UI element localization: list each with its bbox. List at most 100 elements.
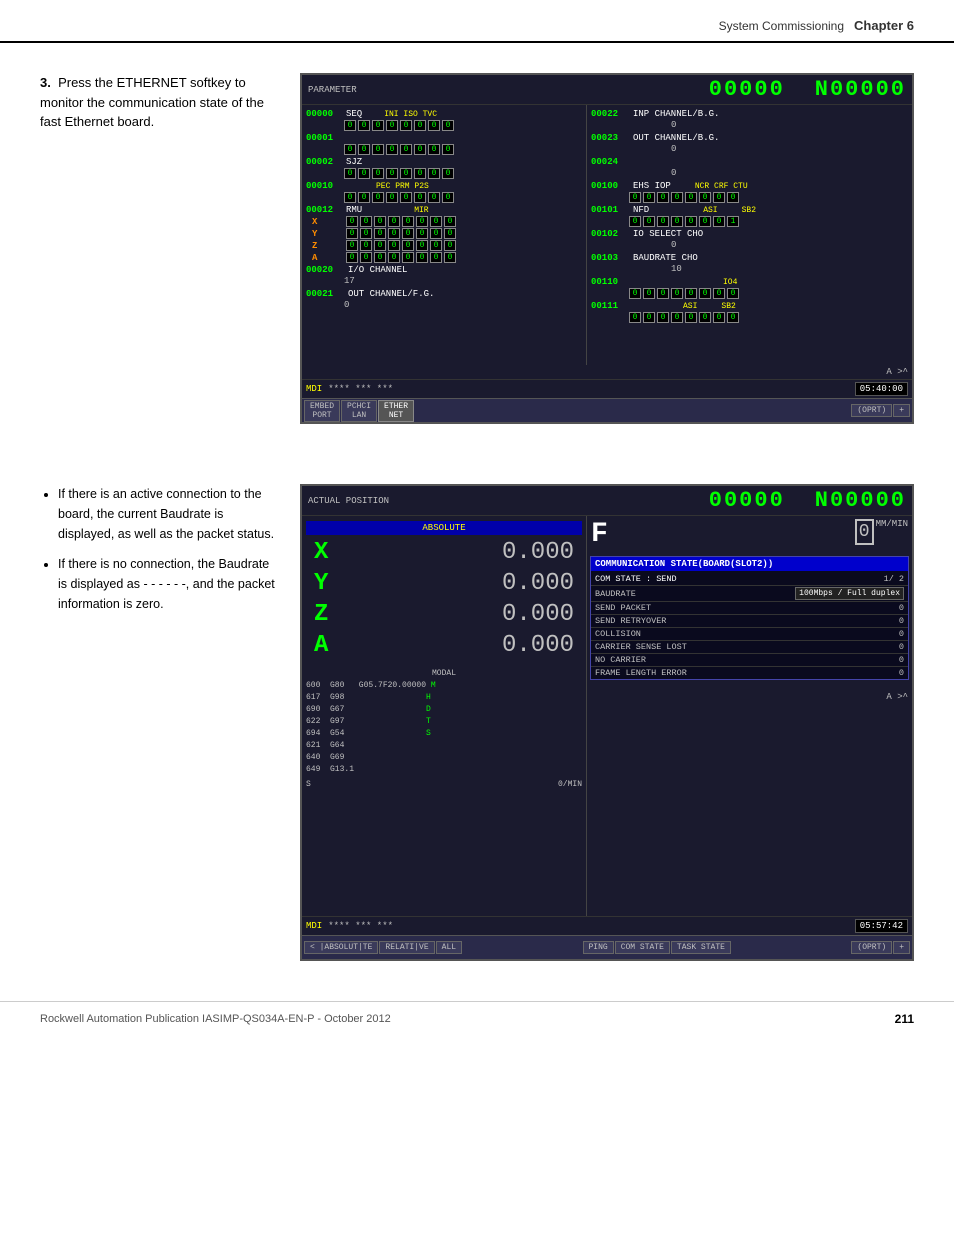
rp-00103-num: 00103 (591, 253, 629, 263)
no-carrier-label: NO CARRIER (595, 655, 646, 665)
param-00002-label: SJZ (346, 157, 362, 167)
chapter-label: Chapter 6 (854, 18, 914, 33)
pos-title: ABSOLUTE (306, 521, 582, 535)
screen1-coord: 00000 (709, 77, 785, 102)
param-00020-value: 17 (344, 276, 355, 286)
param-00020-num: 00020 (306, 265, 344, 275)
send-packet-label: SEND PACKET (595, 603, 651, 613)
screen2-title: ACTUAL POSITION (308, 496, 389, 506)
param-00021-num: 00021 (306, 289, 344, 299)
bullets-col: If there is an active connection to the … (40, 484, 280, 971)
axis-x-label: X (306, 217, 344, 227)
screen2-right-panel: F 0 MM/MIN COMMUNICATION STATE(BOARD(SLO… (587, 516, 912, 916)
rp-00100-label: EHS IOP (633, 181, 671, 191)
axis-z-row: Z 0.000 (306, 599, 582, 630)
screen1-btn-plus[interactable]: + (893, 404, 910, 417)
screen1-btn-oprt[interactable]: (OPRT) (851, 404, 892, 417)
page-header: System Commissioning Chapter 6 (0, 0, 954, 43)
page-number: 211 (895, 1012, 914, 1026)
rp-00022-label: INP CHANNEL/B.G. (633, 109, 719, 119)
modal-row-8: 649 G13.1 (306, 764, 582, 776)
screen1-title: PARAMETER (308, 85, 357, 95)
screen1-btn-pchci[interactable]: PCHCILAN (341, 400, 377, 422)
rp-00111-asi: ASI (683, 302, 697, 311)
axis-y-row: Y 0.000 (306, 568, 582, 599)
axis-z: Z (314, 601, 344, 628)
rp-00024-num: 00024 (591, 157, 629, 167)
rp-00023-num: 00023 (591, 133, 629, 143)
collision-label: COLLISION (595, 629, 641, 639)
send-retryover-label: SEND RETRYOVER (595, 616, 666, 626)
screen1-btn-ether[interactable]: ETHERNET (378, 400, 414, 422)
axis-a-label: A (306, 253, 344, 263)
screen2-n: N00000 (815, 488, 906, 513)
axis-z-val: 0.000 (344, 601, 574, 628)
screen2-btn-relati[interactable]: RELATI|VE (379, 941, 434, 954)
right-column: PARAMETER 00000 N00000 00000 SEQ INI ISO… (300, 73, 914, 444)
rp-00101-label: NFD (633, 205, 649, 215)
step-number: 3. (40, 75, 51, 90)
send-retryover-val: 0 (899, 616, 904, 626)
rp-00100-num: 00100 (591, 181, 629, 191)
mm-min-label: MM/MIN (876, 519, 908, 529)
axis-y-label: Y (306, 229, 344, 239)
screen2-body: ABSOLUTE X 0.000 Y 0.000 (302, 516, 912, 916)
axis-a: A (314, 632, 344, 659)
axis-x-row: X 0.000 (306, 537, 582, 568)
bullet-1: If there is an active connection to the … (58, 484, 280, 544)
comm-page: 1/ 2 (884, 574, 904, 584)
step3-text: 3. Press the ETHERNET softkey to monitor… (40, 73, 280, 132)
screen2-btn-absolut[interactable]: < |ABSOLUT|TE (304, 941, 378, 954)
axis-y: Y (314, 570, 344, 597)
axis-y-val: 0.000 (344, 570, 574, 597)
axis-a-row: A 0.000 (306, 630, 582, 661)
screen1-a-prompt: A >^ (886, 367, 908, 377)
param-00001-num: 00001 (306, 133, 344, 143)
page-footer: Rockwell Automation Publication IASIMP-Q… (0, 1001, 954, 1036)
screen2-time: 05:57:42 (855, 919, 908, 933)
screen2-btn-task-state[interactable]: TASK STATE (671, 941, 731, 954)
screen2-col: ACTUAL POSITION 00000 N00000 ABSOLUTE X … (300, 484, 914, 971)
screen2-btn-com-state[interactable]: COM STATE (615, 941, 670, 954)
param-00021-value: 0 (344, 300, 349, 310)
modal-row-4: 622 G97 T (306, 716, 582, 728)
rp-00103-val: 10 (671, 264, 682, 274)
axis-x-val: 0.000 (344, 539, 574, 566)
screen2-coord: 00000 (709, 488, 785, 513)
baudrate-value: 100Mbps / Full duplex (795, 587, 904, 600)
rp-00110-io4: IO4 (723, 278, 737, 287)
param-00012-mir: MIR (414, 206, 428, 215)
carrier-sense-label: CARRIER SENSE LOST (595, 642, 687, 652)
screen2-a-prompt: A >^ (886, 692, 908, 702)
rp-00103-label: BAUDRATE CHO (633, 253, 698, 263)
frame-length-val: 0 (899, 668, 904, 678)
send-packet-val: 0 (899, 603, 904, 613)
screen2-btn-oprt[interactable]: (OPRT) (851, 941, 892, 954)
rp-00111-num: 00111 (591, 301, 629, 311)
screen1-btn-embed[interactable]: EMBEDPORT (304, 400, 340, 422)
screen2-btn-plus[interactable]: + (893, 941, 910, 954)
screen2-btn-ping[interactable]: PING (583, 941, 614, 954)
modal-row-7: 640 G69 (306, 752, 582, 764)
param-00000-label: SEQ (346, 109, 362, 119)
modal-row-3: 690 G67 D (306, 704, 582, 716)
screen2-btn-all[interactable]: ALL (436, 941, 462, 954)
axis-a-val: 0.000 (344, 632, 574, 659)
modal-row-5: 694 G54 S (306, 728, 582, 740)
rp-00022-num: 00022 (591, 109, 629, 119)
param-00012-num: 00012 (306, 205, 344, 215)
second-section: If there is an active connection to the … (0, 464, 954, 981)
main-content: 3. Press the ETHERNET softkey to monitor… (0, 43, 954, 464)
zero-min: 0/MIN (558, 780, 582, 789)
no-carrier-val: 0 (899, 655, 904, 665)
axis-z-label: Z (306, 241, 344, 251)
screen2-left-panel: ABSOLUTE X 0.000 Y 0.000 (302, 516, 587, 916)
screen1-time: 05:40:00 (855, 382, 908, 396)
axis-x: X (314, 539, 344, 566)
modal-row-2: 617 G98 H (306, 692, 582, 704)
rp-00102-val: 0 (671, 240, 676, 250)
comm-title: COMMUNICATION STATE(BOARD(SLOT2)) (591, 557, 908, 571)
step-description: Press the ETHERNET softkey to monitor th… (40, 75, 264, 129)
rp-00101-num: 00101 (591, 205, 629, 215)
cnc-screen-1: PARAMETER 00000 N00000 00000 SEQ INI ISO… (300, 73, 914, 424)
